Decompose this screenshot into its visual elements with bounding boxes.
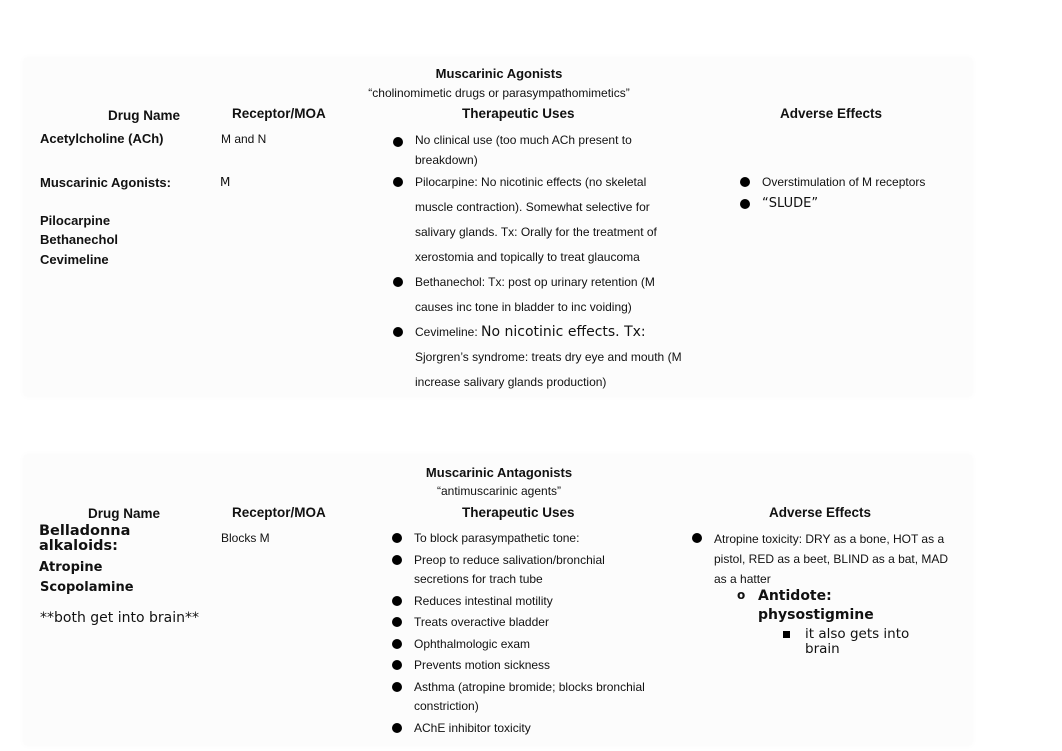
list-item: Reduces intestinal motility xyxy=(392,592,647,612)
drug-scopolamine: Scopolamine xyxy=(40,580,134,595)
list-item: “SLUDE” xyxy=(740,193,970,215)
cevimeline-rest: Sjorgren’s syndrome: treats dry eye and … xyxy=(415,350,682,389)
uses-acetylcholine: No clinical use (too much ACh present to… xyxy=(393,130,683,170)
receptor-muscarinic-agonists: M xyxy=(220,175,231,189)
agonists-subtitle: “cholinomimetic drugs or parasympathomim… xyxy=(368,86,630,100)
antagonists-header-adverse: Adverse Effects xyxy=(769,505,872,520)
agonists-header-uses: Therapeutic Uses xyxy=(462,106,575,121)
list-item: Treats overactive bladder xyxy=(392,613,647,633)
receptor-acetylcholine: M and N xyxy=(221,132,267,146)
agonists-header-receptor: Receptor/MOA xyxy=(232,106,326,121)
uses-belladonna: To block parasympathetic tone: Preop to … xyxy=(392,529,647,740)
list-item: Cevimeline: No nicotinic effects. Tx: Sj… xyxy=(393,320,683,395)
drug-pilocarpine: Pilocarpine xyxy=(40,213,111,228)
adverse-belladonna: Atropine toxicity: DRY as a bone, HOT as… xyxy=(692,529,952,657)
list-item: Pilocarpine: No nicotinic effects (no sk… xyxy=(393,170,683,270)
list-item: No clinical use (too much ACh present to… xyxy=(393,130,683,170)
antidote-note-text: it also gets into brain xyxy=(805,626,910,657)
drug-acetylcholine: Acetylcholine (ACh) xyxy=(40,131,164,146)
agonists-title: Muscarinic Agonists xyxy=(435,66,563,81)
antagonists-subtitle: “antimuscarinic agents” xyxy=(436,484,562,498)
brain-note: **both get into brain** xyxy=(40,610,199,626)
cevimeline-prefix: Cevimeline: xyxy=(415,325,482,339)
drug-group-belladonna-alkaloids: Belladonna alkaloids: xyxy=(39,523,131,554)
list-item: Ophthalmologic exam xyxy=(392,635,647,655)
square-bullet-icon xyxy=(783,631,790,638)
drug-atropine: Atropine xyxy=(39,560,103,575)
adverse-muscarinic-agonists: Overstimulation of M receptors “SLUDE” xyxy=(740,171,970,215)
antagonists-header-drug-name: Drug Name xyxy=(88,506,161,521)
agonists-header-drug-name: Drug Name xyxy=(108,108,181,123)
antidote-text: Antidote: physostigmine xyxy=(758,588,874,623)
antagonists-title: Muscarinic Antagonists xyxy=(425,465,573,480)
list-item: To block parasympathetic tone: xyxy=(392,529,647,549)
antidote-item: o Antidote: physostigmine xyxy=(718,587,952,625)
list-item: Asthma (atropine bromide; blocks bronchi… xyxy=(392,678,647,717)
uses-muscarinic-agonists: Pilocarpine: No nicotinic effects (no sk… xyxy=(393,170,683,395)
list-item: AChE inhibitor toxicity xyxy=(392,719,647,739)
receptor-belladonna: Blocks M xyxy=(221,531,270,545)
agonists-header-adverse: Adverse Effects xyxy=(780,106,883,121)
drug-bethanechol: Bethanechol xyxy=(40,232,119,247)
adverse-list: Atropine toxicity: DRY as a bone, HOT as… xyxy=(692,529,952,589)
drug-group-muscarinic-agonists: Muscarinic Agonists: xyxy=(40,175,171,190)
antagonists-header-receptor: Receptor/MOA xyxy=(232,505,326,520)
list-item: Atropine toxicity: DRY as a bone, HOT as… xyxy=(692,529,952,589)
hollow-bullet-icon: o xyxy=(737,588,746,602)
list-item: Preop to reduce salivation/bronchial sec… xyxy=(392,551,647,590)
antagonists-header-uses: Therapeutic Uses xyxy=(462,505,575,520)
list-item: Prevents motion sickness xyxy=(392,656,647,676)
list-item: Bethanechol: Tx: post op urinary retenti… xyxy=(393,270,683,320)
list-item: Overstimulation of M receptors xyxy=(740,171,970,193)
drug-cevimeline: Cevimeline xyxy=(40,252,109,267)
antidote-note-item: it also gets into brain xyxy=(715,627,952,657)
cevimeline-large-text: No nicotinic effects. Tx: xyxy=(481,324,646,340)
